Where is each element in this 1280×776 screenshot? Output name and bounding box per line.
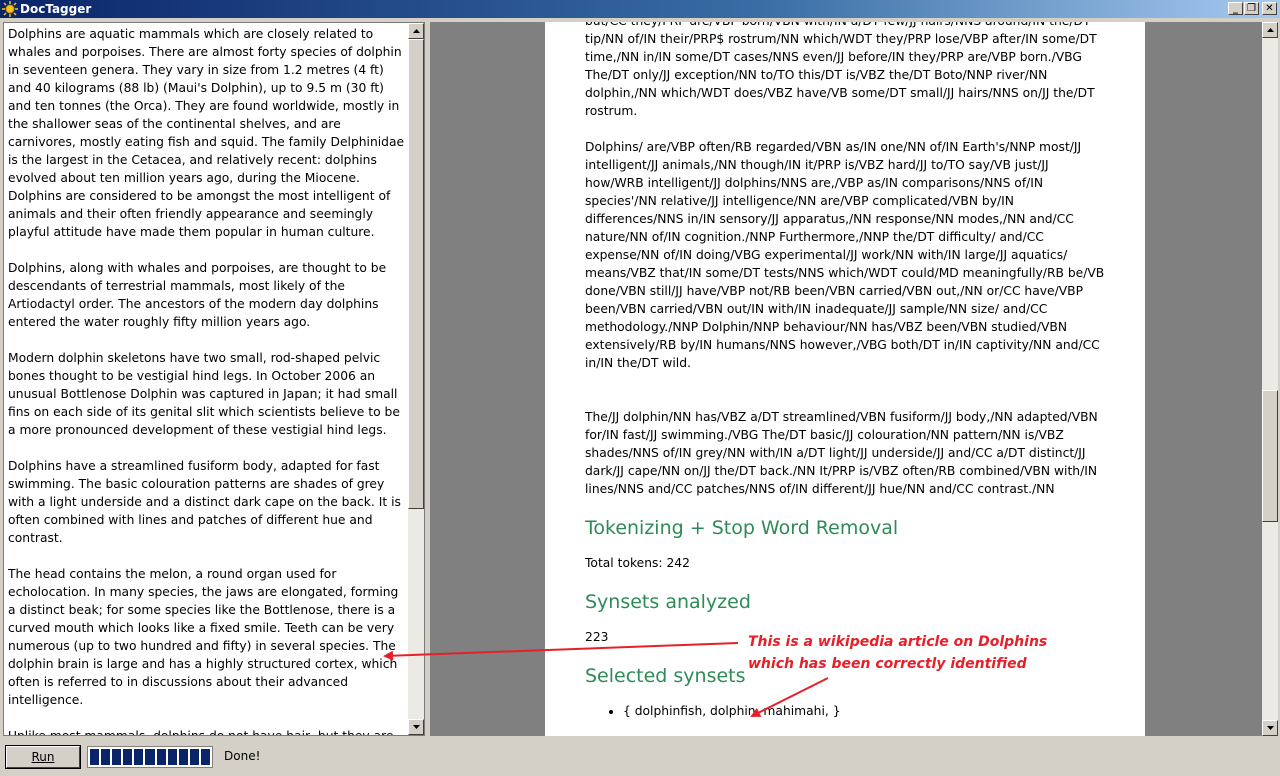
progress-block (101, 749, 111, 765)
close-button[interactable]: ✕ (1262, 2, 1277, 15)
scroll-down-button[interactable] (408, 719, 424, 735)
tagged-paragraph: The/JJ dolphin/NN has/VBZ a/DT streamlin… (585, 410, 1098, 496)
scroll-thumb[interactable] (408, 39, 424, 509)
scroll-thumb[interactable] (1262, 390, 1278, 522)
section-heading-synsets: Synsets analyzed (585, 591, 751, 613)
paragraph: The head contains the melon, a round org… (8, 567, 399, 707)
scroll-up-button[interactable] (408, 23, 424, 39)
arrow-up-icon (1267, 28, 1274, 32)
arrow-up-icon (413, 29, 420, 33)
run-button-label: Run (31, 750, 55, 764)
arrow-down-icon (1267, 726, 1274, 730)
progress-block (112, 749, 122, 765)
paragraph: Dolphins are aquatic mammals which are c… (8, 27, 405, 239)
input-text-area[interactable]: Dolphins are aquatic mammals which are c… (3, 22, 425, 736)
tagged-paragraph: but/CC they/PRP are/VBP born/VBN with/IN… (585, 22, 1097, 118)
paragraph: Dolphins have a streamlined fusiform bod… (8, 459, 401, 545)
progress-block (167, 749, 177, 765)
title-bar[interactable]: DocTagger _ ❐ ✕ (0, 0, 1280, 18)
results-document: but/CC they/PRP are/VBP born/VBN with/IN… (545, 22, 1145, 736)
paragraph: Modern dolphin skeletons have two small,… (8, 351, 400, 437)
window-title: DocTagger (20, 2, 92, 16)
progress-block (90, 749, 100, 765)
paragraph: Dolphins, along with whales and porpoise… (8, 261, 387, 329)
annotation-text-line1: This is a wikipedia article on Dolphins (748, 634, 1048, 650)
status-text: Done! (224, 749, 261, 763)
list-item: { dolphinfish, dolphin, mahimahi, } (623, 702, 1110, 720)
section-heading-tokenizing: Tokenizing + Stop Word Removal (585, 517, 899, 539)
progress-block (189, 749, 199, 765)
progress-block (123, 749, 133, 765)
selected-synsets-list: { dolphinfish, dolphin, mahimahi, } (585, 702, 1110, 720)
tagged-paragraph: Dolphins/ are/VBP often/RB regarded/VBN … (585, 140, 1105, 370)
progress-bar (87, 746, 213, 768)
total-tokens-text: Total tokens: 242 (585, 556, 690, 570)
progress-block (145, 749, 155, 765)
app-sun-icon (2, 1, 18, 17)
left-scrollbar[interactable] (408, 23, 424, 735)
scroll-down-button[interactable] (1262, 720, 1278, 736)
right-scrollbar[interactable] (1262, 22, 1278, 736)
scroll-up-button[interactable] (1262, 22, 1278, 38)
restore-button[interactable]: ❐ (1244, 2, 1259, 15)
minimize-button[interactable]: _ (1228, 2, 1243, 15)
run-button[interactable]: Run (5, 745, 81, 769)
paragraph: Unlike most mammals, dolphins do not hav… (8, 729, 394, 736)
progress-block (134, 749, 144, 765)
progress-block (200, 749, 211, 765)
progress-block (156, 749, 166, 765)
results-view[interactable]: but/CC they/PRP are/VBP born/VBN with/IN… (430, 22, 1278, 736)
arrow-down-icon (413, 725, 420, 729)
annotation-text-line2: which has been correctly identified (748, 656, 1027, 672)
progress-block (178, 749, 188, 765)
input-text-content: Dolphins are aquatic mammals which are c… (8, 25, 406, 736)
